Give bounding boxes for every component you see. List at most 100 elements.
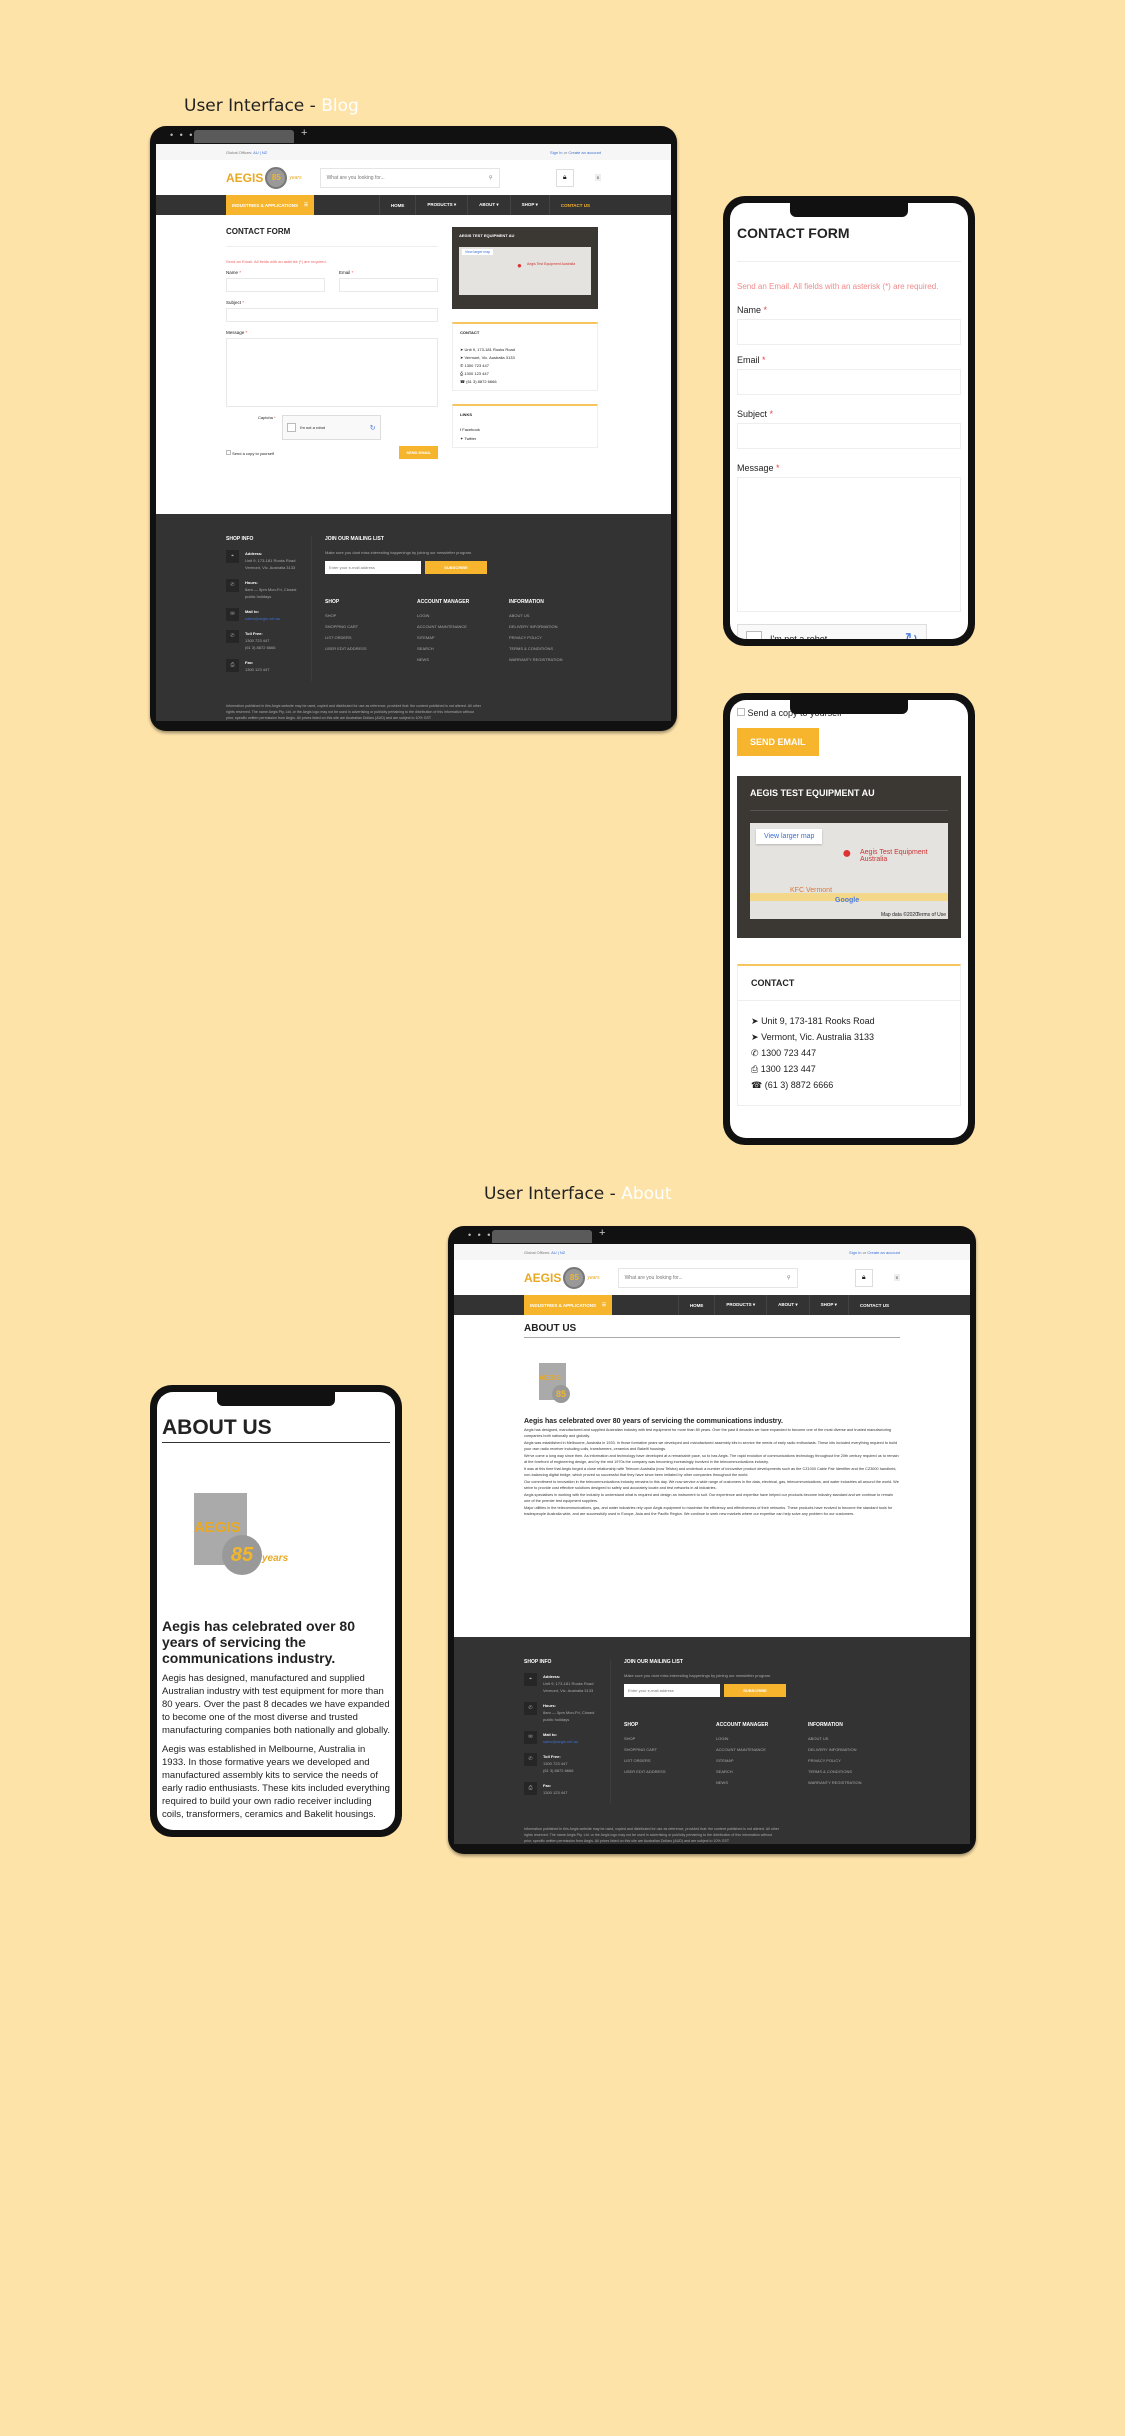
- twitter-link[interactable]: ✦ Twitter: [460, 436, 590, 441]
- search-icon[interactable]: ⚲: [787, 1275, 791, 1281]
- view-larger-map-link[interactable]: View larger map: [462, 249, 494, 255]
- shop-info: SHOP INFO ⌖ Address: Unit 9, 173-181 Rooks…: [524, 1659, 611, 1804]
- email-input[interactable]: [339, 278, 438, 292]
- recaptcha-checkbox[interactable]: [286, 423, 296, 432]
- about-paragraph: We've come a long way since then. As inf…: [524, 1454, 899, 1464]
- info-label: Toll Free:: [245, 631, 263, 636]
- nav-about[interactable]: ABOUT ▾: [467, 195, 510, 215]
- footer-link[interactable]: TERMS & CONDITIONS: [808, 1769, 900, 1774]
- footer-link[interactable]: LOGIN: [716, 1736, 808, 1741]
- footer-link[interactable]: USER EDIT ADDRESS: [325, 646, 417, 651]
- window-controls[interactable]: • • •: [170, 130, 194, 140]
- industries-menu-button[interactable]: INDUSTRIES & APPLICATIONS ☰: [524, 1295, 612, 1315]
- offices-links[interactable]: AU | NZ: [253, 150, 267, 155]
- map-embed[interactable]: View larger map ● Aegis Test Equipment A…: [459, 247, 591, 295]
- nav-shop[interactable]: SHOP ▾: [509, 195, 549, 215]
- nav-products[interactable]: PRODUCTS ▾: [415, 195, 467, 215]
- footer-link[interactable]: SITEMAP: [417, 635, 509, 640]
- nav-contact-us[interactable]: CONTACT US: [847, 1295, 900, 1315]
- footer-link[interactable]: ACCOUNT MAINTENANCE: [417, 624, 509, 629]
- footer-link[interactable]: SHOPPING CART: [624, 1747, 716, 1752]
- footer-link[interactable]: NEWS: [417, 657, 509, 662]
- email-label-text: Email: [737, 355, 760, 365]
- footer-link[interactable]: PRIVACY POLICY: [509, 635, 601, 640]
- footer-link[interactable]: ACCOUNT MAINTENANCE: [716, 1747, 808, 1752]
- nav-home[interactable]: HOME: [378, 195, 416, 215]
- search-input[interactable]: What are you looking for... ⚲: [617, 1267, 798, 1288]
- send-email-button[interactable]: SEND EMAIL: [399, 446, 438, 459]
- cart-count: 0: [594, 174, 601, 181]
- name-input[interactable]: [737, 319, 961, 345]
- section-title-prefix: User Interface -: [184, 96, 322, 116]
- copy-checkbox[interactable]: [226, 449, 231, 455]
- new-tab-button[interactable]: +: [301, 127, 307, 139]
- footer-col-information: INFORMATION ABOUT US DELIVERY INFORMATION P…: [509, 599, 601, 668]
- footer-link[interactable]: USER EDIT ADDRESS: [624, 1769, 716, 1774]
- footer-mail: ✉ Mail to: sales@aegis.net.au: [524, 1731, 604, 1745]
- subject-input[interactable]: [737, 423, 961, 449]
- cart-button[interactable]: 🔒︎: [555, 168, 574, 187]
- nav-products[interactable]: PRODUCTS ▾: [714, 1295, 766, 1315]
- browser-tab[interactable]: [194, 130, 294, 143]
- footer-link[interactable]: LIST ORDERS: [624, 1758, 716, 1763]
- email-input[interactable]: [737, 369, 961, 395]
- message-textarea[interactable]: [226, 338, 438, 407]
- logo[interactable]: AEGIS 85 years: [226, 166, 302, 189]
- footer-link[interactable]: DELIVERY INFORMATION: [808, 1747, 900, 1752]
- window-controls[interactable]: • • •: [468, 1230, 492, 1240]
- map-terms-link[interactable]: Terms of Use: [917, 912, 946, 918]
- new-tab-button[interactable]: +: [599, 1227, 605, 1239]
- footer-link[interactable]: SHOP: [325, 613, 417, 618]
- recaptcha-checkbox[interactable]: [746, 631, 762, 639]
- subscribe-button[interactable]: SUBSCRIBE: [724, 1684, 786, 1697]
- subject-input[interactable]: [226, 308, 438, 322]
- footer-link[interactable]: LOGIN: [417, 613, 509, 618]
- browser-tab[interactable]: [492, 1230, 592, 1243]
- subscribe-button[interactable]: SUBSCRIBE: [425, 561, 487, 574]
- footer-link[interactable]: NEWS: [716, 1780, 808, 1785]
- search-input[interactable]: What are you looking for... ⚲: [319, 167, 500, 188]
- offices-links[interactable]: AU | NZ: [551, 1250, 565, 1255]
- footer-link[interactable]: TERMS & CONDITIONS: [509, 646, 601, 651]
- footer-fax: ⎙ Fax: 1300 123 447: [524, 1782, 604, 1796]
- footer-link[interactable]: ABOUT US: [509, 613, 601, 618]
- view-larger-map-link[interactable]: View larger map: [756, 829, 823, 844]
- contact-item: ⎙ 1300 123 447: [751, 1061, 947, 1077]
- nav-shop[interactable]: SHOP ▾: [808, 1295, 848, 1315]
- sign-in-link[interactable]: Sign In: [550, 150, 562, 155]
- footer-link[interactable]: WARRANTY REGISTRATION: [509, 657, 601, 662]
- footer-link[interactable]: SITEMAP: [716, 1758, 808, 1763]
- nav-contact-us[interactable]: CONTACT US: [548, 195, 601, 215]
- newsletter-email-input[interactable]: Enter your e-mail address: [624, 1684, 720, 1697]
- newsletter-email-input[interactable]: Enter your e-mail address: [325, 561, 421, 574]
- create-account-link[interactable]: Create an account: [867, 1250, 900, 1255]
- sign-in-link[interactable]: Sign In: [849, 1250, 861, 1255]
- mail-link[interactable]: sales@aegis.net.au: [245, 616, 280, 621]
- footer-link[interactable]: LIST ORDERS: [325, 635, 417, 640]
- footer-link[interactable]: SHOPPING CART: [325, 624, 417, 629]
- footer-link[interactable]: SHOP: [624, 1736, 716, 1741]
- facebook-link[interactable]: f Facebook: [460, 427, 590, 432]
- name-input[interactable]: [226, 278, 325, 292]
- footer-link[interactable]: WARRANTY REGISTRATION: [808, 1780, 900, 1785]
- shop-info: SHOP INFO ⌖ Address: Unit 9, 173-181 Rooks…: [226, 536, 312, 681]
- map-embed[interactable]: View larger map ● Aegis Test Equipment A…: [750, 823, 948, 919]
- mail-link[interactable]: sales@aegis.net.au: [543, 1739, 578, 1744]
- footer-link[interactable]: SEARCH: [716, 1769, 808, 1774]
- create-account-link[interactable]: Create an account: [568, 150, 601, 155]
- footer-link[interactable]: DELIVERY INFORMATION: [509, 624, 601, 629]
- logo[interactable]: AEGIS 85 years: [524, 1266, 600, 1289]
- nav-about[interactable]: ABOUT ▾: [766, 1295, 809, 1315]
- copy-checkbox-row[interactable]: Send a copy to yourself: [226, 449, 274, 456]
- cart-button[interactable]: 🔒︎: [854, 1268, 873, 1287]
- industries-menu-button[interactable]: INDUSTRIES & APPLICATIONS ☰: [226, 195, 314, 215]
- footer-link[interactable]: PRIVACY POLICY: [808, 1758, 900, 1763]
- send-email-button[interactable]: SEND EMAIL: [737, 728, 819, 756]
- map-pin-icon: ●: [517, 261, 522, 270]
- nav-home[interactable]: HOME: [677, 1295, 715, 1315]
- message-textarea[interactable]: [737, 477, 961, 612]
- copy-checkbox[interactable]: [737, 708, 745, 716]
- search-icon[interactable]: ⚲: [489, 175, 493, 181]
- footer-link[interactable]: SEARCH: [417, 646, 509, 651]
- footer-link[interactable]: ABOUT US: [808, 1736, 900, 1741]
